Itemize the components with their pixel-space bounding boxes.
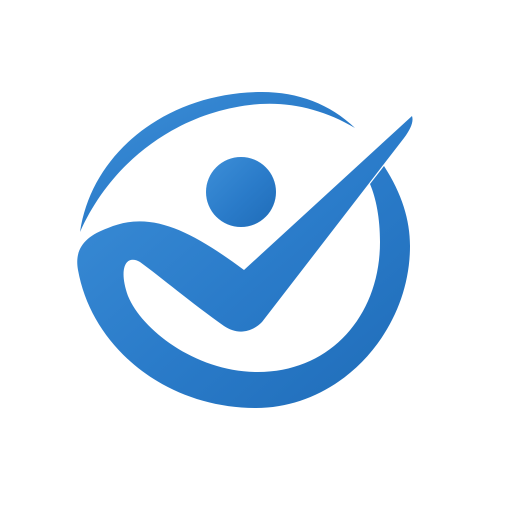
person-check-circle-icon — [77, 92, 413, 408]
logo-canvas — [0, 0, 512, 512]
head-circle — [206, 157, 276, 227]
